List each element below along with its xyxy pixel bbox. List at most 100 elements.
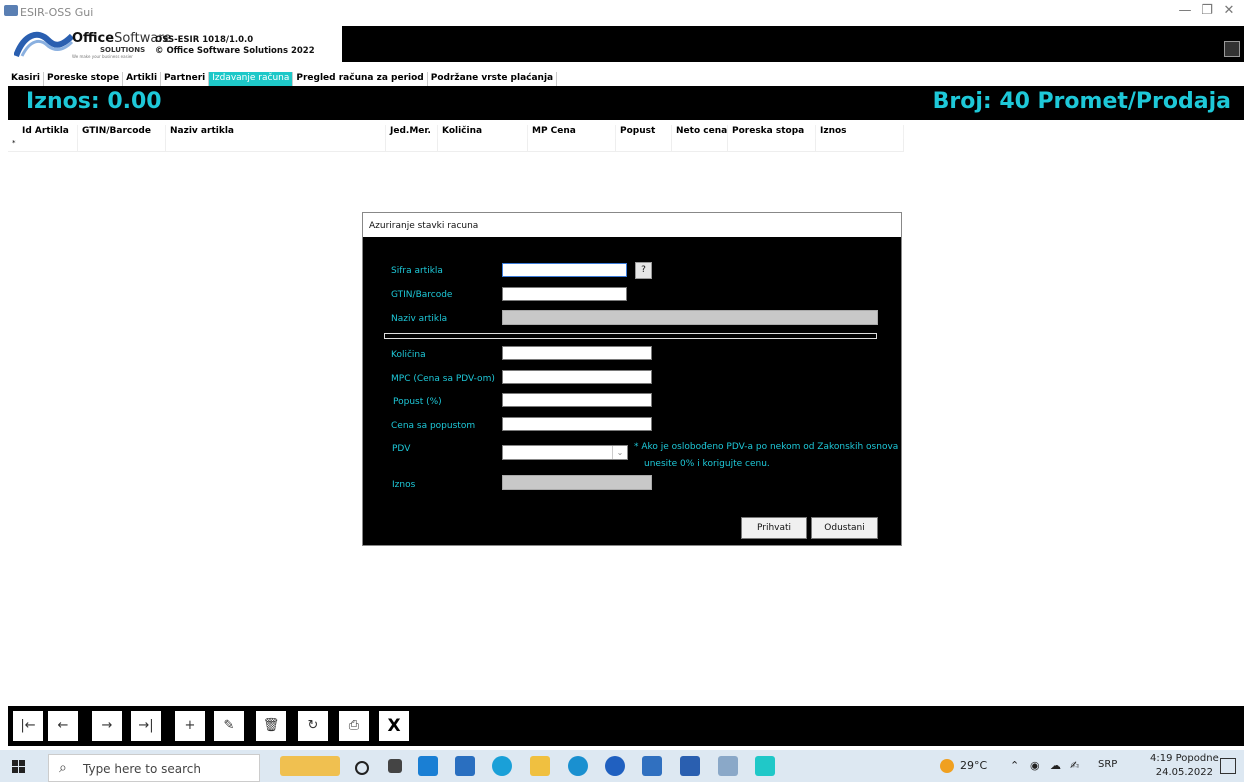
terminal-icon[interactable]	[755, 756, 775, 776]
windows-start-icon[interactable]	[12, 760, 26, 774]
file-explorer-icon[interactable]	[530, 756, 550, 776]
grid-header-row: Id Artikla GTIN/Barcode Naziv artikla Je…	[8, 125, 904, 139]
receipt-number: Broj: 40	[932, 89, 1030, 114]
search-placeholder: Type here to search	[83, 762, 201, 776]
search-icon: ⌕	[59, 760, 67, 776]
previous-record-button[interactable]: ←	[48, 711, 78, 741]
print-button[interactable]: ⎙	[339, 711, 369, 741]
notification-icon[interactable]	[1220, 758, 1236, 774]
tab-izdavanje-racuna[interactable]: Izdavanje računa	[209, 72, 294, 86]
first-record-button[interactable]: |←	[13, 711, 43, 741]
column-header[interactable]: Poreska stopa	[728, 125, 816, 139]
mail-icon[interactable]	[418, 756, 438, 776]
company-logo: OfficeSoftware SOLUTIONS We make your bu…	[8, 26, 342, 62]
column-header[interactable]: Iznos	[816, 125, 904, 139]
edge-icon[interactable]	[568, 756, 588, 776]
task-view-icon[interactable]	[388, 759, 402, 773]
kolicina-input[interactable]	[502, 346, 652, 360]
esir-app-icon[interactable]	[718, 756, 738, 776]
pdv-note: * Ako je oslobođeno PDV-a po nekom od Za…	[634, 442, 899, 469]
taskbar-search[interactable]: ⌕ Type here to search	[48, 754, 260, 782]
mpc-input[interactable]	[502, 370, 652, 384]
store-icon[interactable]	[455, 756, 475, 776]
pen-icon[interactable]: ✍	[1070, 759, 1079, 772]
grid-cell[interactable]	[386, 139, 438, 152]
grid-cell[interactable]	[438, 139, 528, 152]
column-header[interactable]: Naziv artikla	[166, 125, 386, 139]
grid-cell[interactable]	[816, 139, 904, 152]
edit-record-button[interactable]: ✎	[214, 711, 244, 741]
column-header[interactable]: Količina	[438, 125, 528, 139]
sifra-input[interactable]	[502, 263, 627, 277]
tab-vrste-placanja[interactable]: Podržane vrste plaćanja	[428, 72, 558, 86]
app-icon	[4, 5, 18, 16]
column-header[interactable]: Neto cena	[672, 125, 728, 139]
cena-popust-label: Cena sa popustom	[391, 421, 476, 431]
tab-kasiri[interactable]: Kasiri	[8, 72, 45, 86]
gtin-input[interactable]	[502, 287, 627, 301]
delete-record-button[interactable]: 🗑	[256, 711, 286, 741]
column-header[interactable]: Jed.Mer.	[386, 125, 438, 139]
browser-icon[interactable]	[605, 756, 625, 776]
accept-button[interactable]: Prihvati	[741, 517, 807, 539]
pdv-select[interactable]: ⌄	[502, 445, 628, 460]
brand-tagline: We make your business easier	[72, 54, 133, 59]
app-icon[interactable]	[642, 756, 662, 776]
copyright-text: © Office Software Solutions 2022	[155, 46, 315, 56]
temperature: 29°C	[960, 759, 988, 772]
kolicina-label: Količina	[391, 350, 426, 360]
network-icon[interactable]: ◉	[1030, 759, 1040, 772]
column-header[interactable]: Popust	[616, 125, 672, 139]
next-record-button[interactable]: →	[92, 711, 122, 741]
language-indicator[interactable]: SRP	[1098, 759, 1117, 770]
window-title: ESIR-OSS Gui	[20, 6, 94, 19]
pdv-label: PDV	[392, 444, 411, 454]
last-record-button[interactable]: →|	[131, 711, 161, 741]
new-row-marker: *	[8, 139, 78, 152]
add-record-button[interactable]: +	[175, 711, 205, 741]
column-header[interactable]: MP Cena	[528, 125, 616, 139]
weather-widget-icon[interactable]	[280, 756, 340, 776]
grid-cell[interactable]	[78, 139, 166, 152]
onedrive-icon[interactable]: ☁	[1050, 759, 1061, 772]
mpc-label: MPC (Cena sa PDV-om)	[391, 374, 495, 384]
grid-cell[interactable]	[528, 139, 616, 152]
tab-partneri[interactable]: Partneri	[161, 72, 210, 86]
grid-cell[interactable]	[672, 139, 728, 152]
cancel-button[interactable]: Odustani	[811, 517, 878, 539]
transaction-type: Promet/Prodaja	[1037, 89, 1231, 114]
popust-input[interactable]	[502, 393, 652, 407]
navigation-toolbar: |← ← → →| + ✎ 🗑 ↻ ⎙ X	[8, 706, 1244, 746]
window-title-bar: ESIR-OSS Gui — ❐ ✕	[0, 0, 1244, 24]
cortana-icon[interactable]	[355, 761, 369, 775]
status-banner: Iznos: 0.00 Broj: 40 Promet/Prodaja	[8, 86, 1244, 120]
column-header[interactable]: Id Artikla	[8, 125, 78, 139]
column-header[interactable]: GTIN/Barcode	[78, 125, 166, 139]
weather-icon[interactable]	[940, 759, 954, 773]
gtin-label: GTIN/Barcode	[391, 290, 453, 300]
iznos-input	[502, 475, 652, 490]
logo-swoosh-icon	[14, 31, 74, 58]
close-window-button[interactable]: ✕	[1214, 3, 1244, 18]
grid-cell[interactable]	[728, 139, 816, 152]
grid-cell[interactable]	[166, 139, 386, 152]
close-button[interactable]: X	[379, 711, 409, 741]
chevron-down-icon[interactable]: ⌄	[612, 446, 627, 459]
tab-pregled-racuna[interactable]: Pregled računa za period	[293, 72, 428, 86]
grid-new-row[interactable]: *	[8, 139, 904, 153]
items-grid[interactable]: Id Artikla GTIN/Barcode Naziv artikla Je…	[8, 125, 904, 153]
tab-artikli[interactable]: Artikli	[123, 72, 162, 86]
divider	[384, 333, 877, 339]
refresh-button[interactable]: ↻	[298, 711, 328, 741]
word-icon[interactable]	[680, 756, 700, 776]
tray-chevron-icon[interactable]: ⌃	[1010, 759, 1019, 772]
edit-item-dialog: Azuriranje stavki racuna Sifra artikla ?…	[362, 212, 902, 546]
cena-popust-input[interactable]	[502, 417, 652, 431]
tab-poreske-stope[interactable]: Poreske stope	[44, 72, 124, 86]
settings-icon[interactable]	[1224, 41, 1240, 57]
clock[interactable]: 4:19 Popodne 24.05.2022	[1150, 752, 1219, 780]
lookup-button[interactable]: ?	[635, 262, 652, 279]
grid-cell[interactable]	[616, 139, 672, 152]
chrome-dev-icon[interactable]	[492, 756, 512, 776]
total-amount: Iznos: 0.00	[26, 89, 162, 114]
